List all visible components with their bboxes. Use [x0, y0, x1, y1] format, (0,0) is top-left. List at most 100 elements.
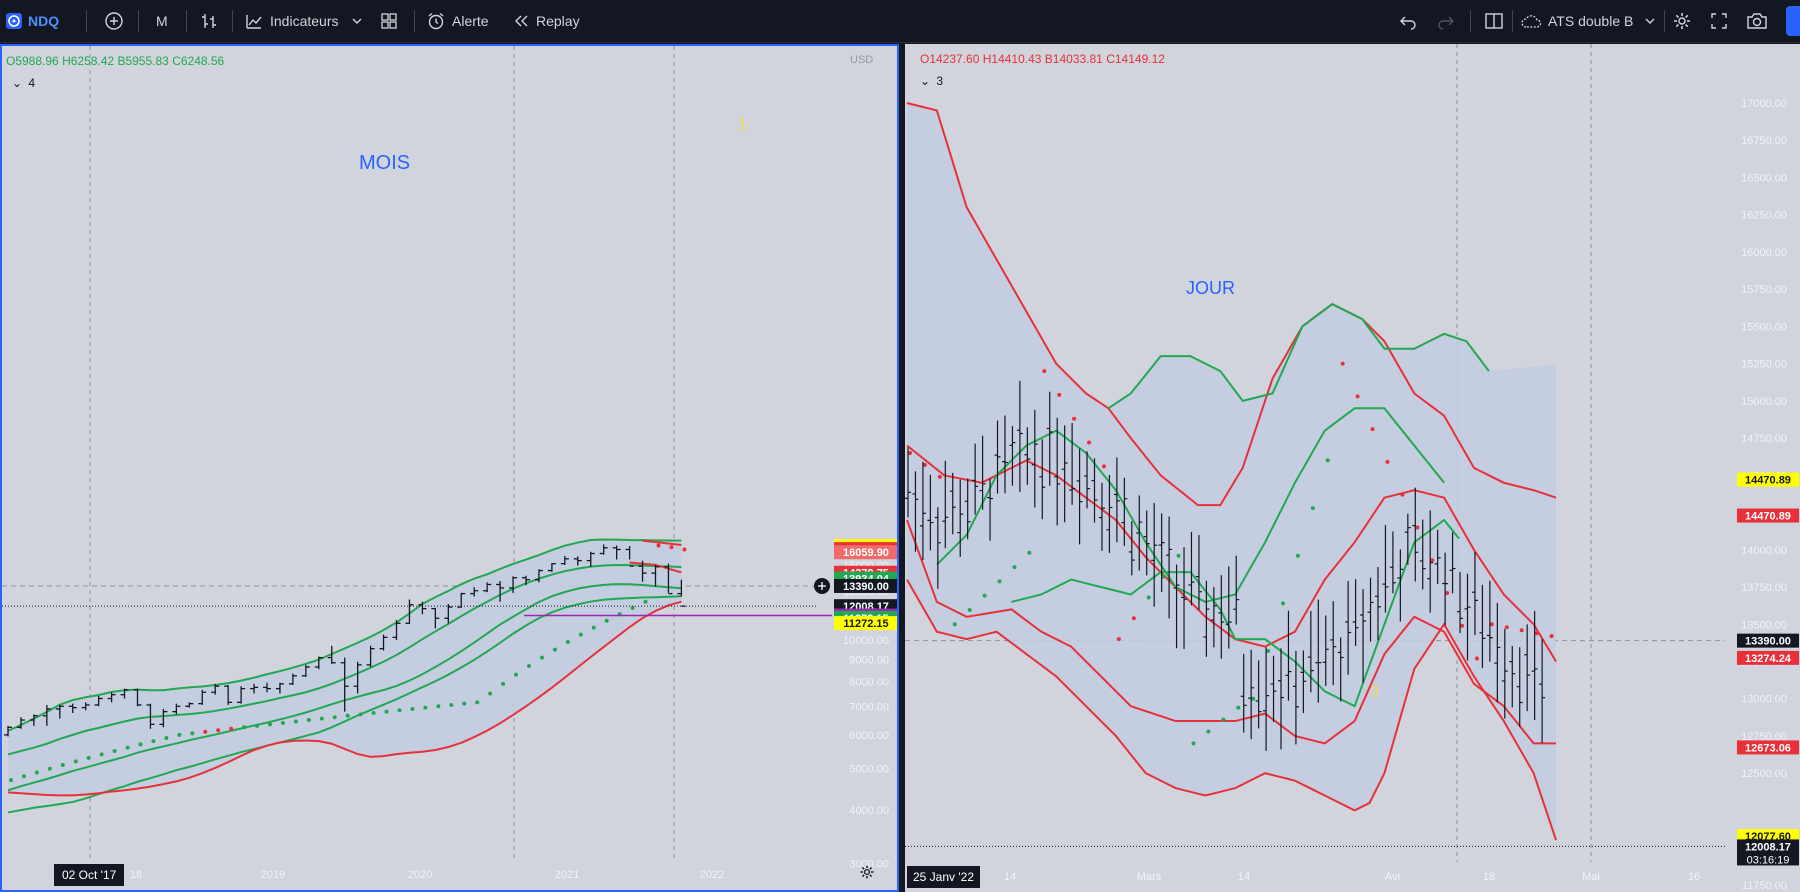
chart-pane-daily[interactable]: 11750.0012000.0012500.0012750.0013000.00…: [905, 44, 1800, 892]
psar-dot: [410, 706, 415, 711]
psar-dot: [190, 731, 195, 736]
psar-dot: [86, 755, 91, 760]
symbol-button[interactable]: NDQ: [6, 0, 59, 42]
psar-dot: [1295, 553, 1300, 558]
psar-dot: [1206, 729, 1211, 734]
y-tick-label: 5000.00: [849, 764, 889, 776]
monthly-chart[interactable]: 3000.004000.005000.006000.007000.008000.…: [2, 46, 897, 890]
divider: [86, 10, 87, 32]
psar-dot: [151, 739, 156, 744]
y-tick-label: 14000.00: [1741, 545, 1787, 557]
undo-button[interactable]: [1399, 0, 1417, 42]
daily-chart[interactable]: 11750.0012000.0012500.0012750.0013000.00…: [905, 44, 1800, 892]
y-tick-label: 8000.00: [849, 677, 889, 689]
divider: [186, 10, 187, 32]
indicators-toggle[interactable]: ⌄ 4: [12, 76, 35, 90]
publish-button-edge: [1786, 6, 1800, 36]
compare-add-button[interactable]: [104, 0, 124, 42]
price-label: 13390.00: [843, 581, 889, 593]
psar-dot: [1325, 458, 1330, 463]
symbol-label: NDQ: [28, 13, 60, 29]
psar-dot: [1310, 506, 1315, 511]
timeframe-annotation: JOUR: [1186, 278, 1235, 298]
psar-dot: [967, 607, 972, 612]
psar-dot: [423, 705, 428, 710]
top-toolbar: NDQ M Indicateurs Alerte Replay ATS doub…: [0, 0, 1800, 43]
snapshot-button[interactable]: [1746, 0, 1768, 42]
y-tick-label: 7000.00: [849, 701, 889, 713]
currency-label: USD: [850, 54, 874, 66]
x-tick-label: Mai: [1582, 871, 1600, 883]
chart-pane-monthly[interactable]: 3000.00 4000.00 5000.00 6000.00 7000.00 8000.…: [0, 44, 899, 892]
psar-dot: [177, 732, 182, 737]
fullscreen-icon: [1710, 12, 1728, 30]
layout-name-button[interactable]: ATS double B: [1520, 0, 1655, 42]
symbol-logo-icon: [6, 13, 22, 29]
psar-dot: [358, 712, 363, 717]
rewind-icon: [512, 12, 530, 30]
y-tick-label: 13500.00: [1741, 619, 1787, 631]
indicators-toggle[interactable]: ⌄ 3: [920, 74, 943, 88]
layout-split-button[interactable]: [1484, 0, 1504, 42]
y-tick-label: 16750.00: [1741, 135, 1787, 147]
psar-dot: [384, 709, 389, 714]
replay-button[interactable]: Replay: [512, 0, 580, 42]
indicators-button[interactable]: Indicateurs: [244, 0, 362, 42]
price-label: 11272.15: [843, 618, 888, 630]
price-label-sub: 03:16:19: [1747, 854, 1790, 866]
y-tick-label: 11750.00: [1742, 880, 1787, 892]
y-tick-label: 16250.00: [1741, 210, 1787, 222]
psar-dot: [73, 759, 78, 764]
psar-dot: [371, 711, 376, 716]
divider: [232, 10, 233, 32]
price-label: 14470.89: [1745, 511, 1791, 523]
fullscreen-button[interactable]: [1710, 0, 1728, 42]
templates-button[interactable]: [380, 0, 398, 42]
psar-dot: [475, 700, 480, 705]
psar-dot: [21, 774, 26, 779]
divider: [414, 10, 415, 32]
psar-dot: [319, 716, 324, 721]
interval-button[interactable]: M: [156, 0, 168, 42]
indicator-count: 4: [28, 76, 36, 90]
interval-label: M: [156, 13, 168, 29]
divider: [1512, 10, 1513, 32]
x-tick-label: 16: [1688, 871, 1700, 883]
redo-button[interactable]: [1437, 0, 1455, 42]
settings-button[interactable]: [1672, 0, 1692, 42]
psar-dot: [527, 663, 531, 668]
psar-dot: [306, 718, 311, 723]
psar-dot: [578, 632, 583, 637]
ohlc-open: O14237.60: [920, 52, 980, 66]
publish-button[interactable]: [1786, 0, 1800, 42]
chart-style-button[interactable]: [199, 0, 219, 42]
axis-settings-button[interactable]: [859, 864, 875, 885]
psar-dot: [436, 704, 441, 709]
psar-dot: [591, 625, 596, 630]
x-tick-label: 18: [130, 869, 142, 881]
y-tick-label: 4000.00: [849, 805, 889, 817]
divider: [1470, 10, 1471, 32]
psar-dot: [514, 672, 519, 677]
y-tick-label: 9000.00: [849, 655, 889, 667]
x-tick-label: 2022: [700, 869, 724, 881]
y-tick-label: 15250.00: [1741, 359, 1787, 371]
ohlc-close: C6248.56: [172, 54, 225, 68]
psar-dot: [669, 545, 674, 550]
price-label: 12008.17: [1745, 841, 1791, 853]
price-label: 12673.06: [1745, 742, 1791, 754]
x-tick-label: 2019: [261, 869, 285, 881]
psar-dot: [203, 729, 208, 734]
y-tick-label: 16500.00: [1741, 172, 1787, 184]
psar-dot: [1340, 361, 1345, 366]
ohlc-high: H14410.43: [982, 52, 1042, 66]
psar-dot: [1131, 616, 1136, 621]
x-tick-label: 2020: [408, 869, 432, 881]
alert-button[interactable]: Alerte: [426, 0, 489, 42]
price-label: 13390.00: [1745, 636, 1791, 648]
redo-icon: [1437, 12, 1455, 30]
chevron-down-icon: [352, 16, 362, 26]
psar-dot: [332, 715, 337, 720]
psar-dot: [1519, 628, 1524, 633]
replay-label: Replay: [536, 13, 580, 29]
